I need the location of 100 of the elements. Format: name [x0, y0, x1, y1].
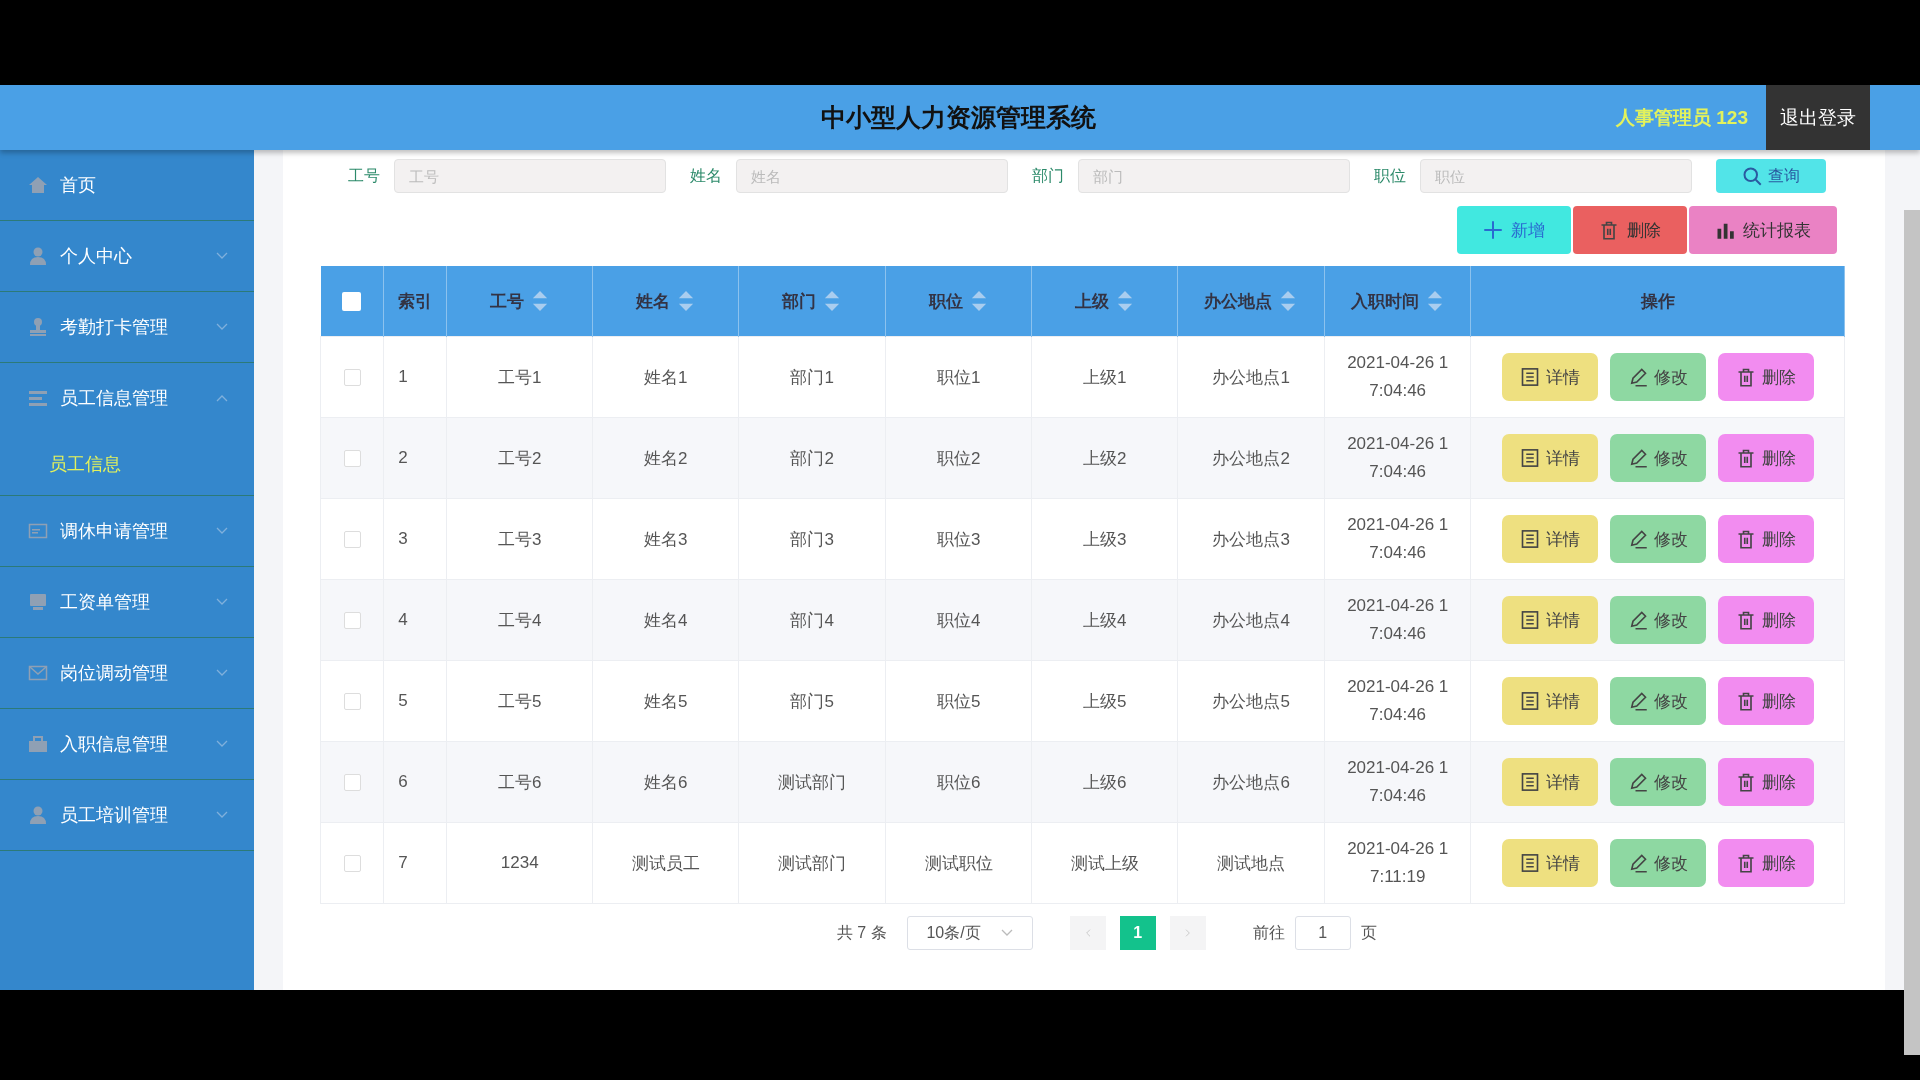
table-cell-text: 测试部门 [778, 772, 847, 792]
report-button[interactable]: 统计报表 [1689, 206, 1838, 254]
search-button[interactable]: 查询 [1716, 159, 1827, 193]
table-cell-text: 5 [398, 691, 408, 710]
menu-item[interactable]: 入职信息管理 [0, 709, 255, 780]
table-cell-text: 上级5 [1082, 691, 1127, 711]
edit-button[interactable]: 修改 [1609, 839, 1706, 887]
page-size-select[interactable]: 10条/页 [906, 916, 1033, 950]
checkbox[interactable] [343, 774, 361, 791]
table-cell-text: 上级4 [1082, 610, 1127, 630]
menu-item[interactable]: 岗位调动管理 [0, 638, 255, 709]
delete-button[interactable]: 删除 [1573, 206, 1688, 254]
table-cell-text: 部门5 [790, 691, 834, 711]
table-cell-text: 测试职位 [924, 853, 993, 873]
trash-icon [1599, 220, 1620, 240]
menu-item[interactable]: 工资单管理 [0, 567, 255, 638]
table-cell-text: 2021-04-26 17:04:46 [1346, 757, 1450, 807]
table-cell-text: 姓名1 [643, 367, 688, 387]
user-icon [28, 805, 48, 825]
add-button[interactable]: 新增 [1457, 206, 1572, 254]
table-cell-text: 上级6 [1082, 772, 1127, 792]
delete-button[interactable]: 删除 [1717, 677, 1814, 725]
menu-item[interactable]: 调休申请管理 [0, 496, 255, 567]
table-cell-text: 办公地点6 [1212, 772, 1290, 792]
delete-button[interactable]: 删除 [1717, 758, 1814, 806]
table-cell-text: 测试部门 [778, 853, 847, 873]
details-button[interactable]: 详情 [1501, 677, 1598, 725]
checkbox[interactable] [343, 450, 361, 467]
edit-button[interactable]: 修改 [1609, 353, 1706, 401]
table-cell-text: 姓名5 [643, 691, 688, 711]
user-icon [28, 246, 48, 266]
edit-button[interactable]: 修改 [1609, 434, 1706, 482]
table-cell-text: 2 [398, 448, 408, 467]
menu-item[interactable]: 员工培训管理 [0, 780, 255, 851]
column-header-label: 入职时间 [1350, 290, 1419, 313]
search-field[interactable]: 部门 [1078, 159, 1351, 193]
document-icon [1519, 772, 1540, 792]
briefcase-icon [28, 734, 48, 754]
table-cell-text: 7 [398, 853, 408, 872]
table-cell-text: 职位3 [936, 529, 981, 549]
menu-item[interactable]: 考勤打卡管理 [0, 292, 255, 363]
details-button[interactable]: 详情 [1501, 758, 1598, 806]
column-header-label: 办公地点 [1204, 290, 1273, 313]
details-button[interactable]: 详情 [1501, 596, 1598, 644]
checkbox[interactable] [343, 855, 361, 872]
table-cell-text: 部门1 [790, 367, 834, 387]
list-icon [28, 388, 48, 408]
table-cell-text: 职位2 [936, 448, 981, 468]
table-cell-text: 1234 [500, 853, 539, 872]
delete-button[interactable]: 删除 [1717, 434, 1814, 482]
table-cell-text: 办公地点2 [1212, 448, 1290, 468]
details-button[interactable]: 详情 [1501, 515, 1598, 563]
document-icon [1519, 853, 1540, 873]
edit-button[interactable]: 修改 [1609, 515, 1706, 563]
edit-button[interactable]: 修改 [1609, 596, 1706, 644]
table-cell-text: 部门2 [790, 448, 834, 468]
table-cell-text: 职位4 [936, 610, 981, 630]
delete-button[interactable]: 删除 [1717, 515, 1814, 563]
table-cell-text: 姓名2 [643, 448, 688, 468]
table-cell-text: 2021-04-26 17:11:19 [1346, 838, 1450, 888]
table-cell-text: 姓名3 [643, 529, 688, 549]
checkbox[interactable] [342, 292, 362, 311]
details-button[interactable]: 详情 [1501, 434, 1598, 482]
page-number-field[interactable]: 1 [1294, 916, 1351, 950]
table-cell-text: 工号2 [497, 448, 542, 468]
field-label: 职位 [1374, 165, 1407, 186]
edit-button[interactable]: 修改 [1609, 758, 1706, 806]
table-cell-text: 办公地点3 [1212, 529, 1290, 549]
table-cell-text: 工号1 [497, 367, 542, 387]
details-button[interactable]: 详情 [1501, 353, 1598, 401]
table-cell-text: 测试员工 [631, 853, 700, 873]
table-cell-text: 部门4 [790, 610, 834, 630]
logout-button[interactable]: 退出登录 [1766, 85, 1870, 150]
table-cell-text: 办公地点1 [1212, 367, 1290, 387]
delete-button[interactable]: 删除 [1717, 596, 1814, 644]
checkbox[interactable] [343, 369, 361, 386]
search-icon [1742, 166, 1763, 186]
table-cell-text: 工号4 [497, 610, 542, 630]
checkbox[interactable] [343, 693, 361, 710]
menu-item[interactable]: 首页 [0, 150, 255, 221]
scrollbar-thumb[interactable] [1904, 210, 1920, 1055]
search-field[interactable]: 姓名 [736, 159, 1009, 193]
submenu-item[interactable]: 员工信息 [0, 433, 255, 496]
details-button[interactable]: 详情 [1501, 839, 1598, 887]
table-cell-text: 2021-04-26 17:04:46 [1346, 352, 1450, 402]
table-cell-text: 6 [398, 772, 408, 791]
delete-button[interactable]: 删除 [1717, 353, 1814, 401]
table-cell-text: 上级2 [1082, 448, 1127, 468]
monitor-icon [28, 592, 48, 612]
column-header-label: 部门 [782, 290, 817, 313]
delete-button[interactable]: 删除 [1717, 839, 1814, 887]
menu-item[interactable]: 员工信息管理 [0, 363, 255, 433]
edit-button[interactable]: 修改 [1609, 677, 1706, 725]
table-cell-text: 2021-04-26 17:04:46 [1346, 514, 1450, 564]
checkbox[interactable] [343, 531, 361, 548]
field-label: 工号 [348, 165, 381, 186]
menu-item[interactable]: 个人中心 [0, 221, 255, 292]
user-name: 人事管理员 123 [1616, 105, 1748, 130]
field-label: 姓名 [690, 165, 723, 186]
checkbox[interactable] [343, 612, 361, 629]
